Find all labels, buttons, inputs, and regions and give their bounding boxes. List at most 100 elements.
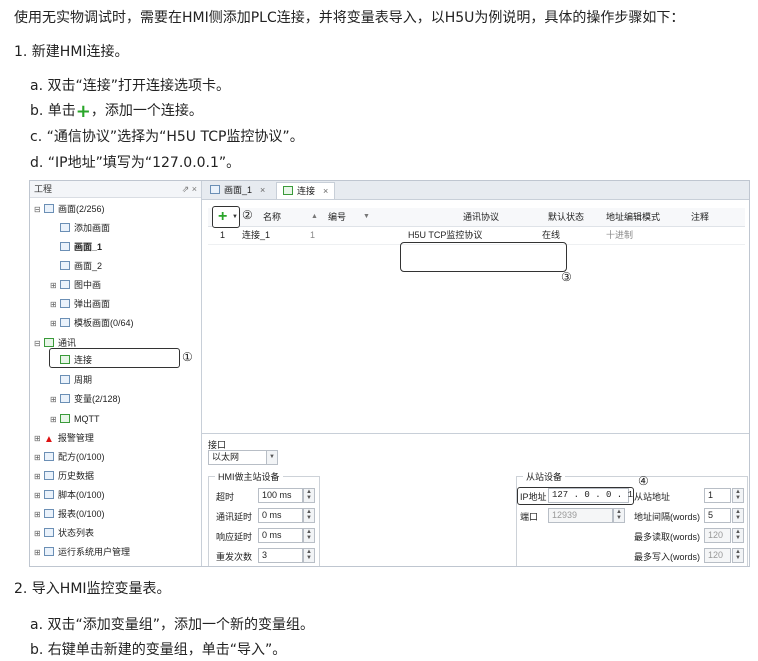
col-address-mode[interactable]: 地址编辑模式 [606, 208, 660, 226]
chevron-down-icon[interactable]: ▼ [266, 450, 278, 465]
tree-item-screen-1[interactable]: 画面_1 [50, 238, 102, 256]
sort-up-icon[interactable]: ▲ [311, 208, 318, 226]
tree-item-picture-in-picture[interactable]: ⊞ 图中画 [50, 276, 101, 294]
expand-toggle-icon[interactable]: ⊞ [34, 506, 44, 524]
tab-screen-1[interactable]: 画面_1 × [204, 182, 271, 198]
expand-toggle-icon[interactable]: ⊟ [34, 201, 44, 219]
tree-item-screens[interactable]: ⊟ 画面(2/256) [34, 200, 105, 218]
step1-b-after: ，添加一个连接。 [90, 103, 203, 119]
row-name[interactable]: 连接_1 [242, 227, 270, 244]
tree-item-add-screen[interactable]: 添加画面 [50, 219, 110, 237]
step1-b: b. 单击+，添加一个连接。 [30, 100, 203, 122]
expand-toggle-icon[interactable]: ⊞ [50, 391, 60, 409]
step1-a: a. 双击“连接”打开连接选项卡。 [30, 78, 230, 94]
alarm-icon: ▲ [44, 434, 54, 445]
project-tree: 工程 ⇗ × ⊟ 画面(2/256) 添加画面 画面_1 画面_2 ⊞ 图中画 ⊞ 弹出画面 ⊞ 模… [30, 181, 202, 566]
tree-item-label: 模板画面(0/64) [74, 318, 134, 328]
tree-item-alarm[interactable]: ⊞ ▲ 报警管理 [34, 429, 94, 447]
max-write-stepper[interactable]: ▲ ▼ [732, 548, 744, 563]
col-name[interactable]: 名称 [263, 208, 281, 226]
slave-address-label: 从站地址 [634, 492, 671, 502]
slave-address-input[interactable]: 1 [704, 488, 731, 503]
add-connection-button[interactable]: + ▼ [212, 206, 240, 228]
expand-toggle-icon[interactable]: ⊞ [34, 544, 44, 562]
resend-input[interactable]: 3 [258, 548, 303, 563]
tab-connection[interactable]: 连接 × [276, 182, 336, 199]
pane-controls[interactable]: ⇗ × [182, 181, 197, 197]
comm-delay-stepper[interactable]: ▲ ▼ [303, 508, 315, 523]
tree-item-template[interactable]: ⊞ 模板画面(0/64) [50, 314, 134, 332]
screen-icon [44, 204, 54, 213]
timeout-stepper[interactable]: ▲ ▼ [303, 488, 315, 503]
variable-icon [60, 394, 70, 403]
editor-tabs: 画面_1 × 连接 × [202, 181, 749, 200]
addr-interval-input[interactable]: 5 [704, 508, 731, 523]
port-stepper[interactable]: ▲ ▼ [613, 508, 625, 523]
slave-address-stepper[interactable]: ▲ ▼ [732, 488, 744, 503]
tree-item-popup[interactable]: ⊞ 弹出画面 [50, 295, 110, 313]
tab-connection-label: 连接 [297, 186, 316, 196]
close-icon[interactable]: × [323, 186, 328, 196]
step1-title: 1. 新建HMI连接。 [14, 44, 129, 60]
col-protocol[interactable]: 通讯协议 [463, 208, 499, 226]
script-icon [44, 490, 54, 499]
ip-address-input[interactable]: 127 . 0 . 0 . 1 [548, 488, 633, 503]
sort-down-icon[interactable]: ▼ [363, 208, 370, 226]
expand-toggle-icon[interactable]: ⊞ [50, 277, 60, 295]
col-note[interactable]: 注释 [691, 208, 709, 226]
dropdown-arrow-icon: ▼ [232, 214, 238, 220]
tree-item-label: 弹出画面 [74, 299, 111, 309]
port-input[interactable]: 12939 [548, 508, 613, 523]
tree-item-label: 图中画 [74, 280, 102, 290]
row-index: 1 [220, 230, 226, 240]
comm-delay-input[interactable]: 0 ms [258, 508, 303, 523]
tree-item-script[interactable]: ⊞ 脚本(0/100) [34, 486, 105, 504]
interface-select[interactable]: 以太网 [208, 450, 267, 465]
tree-item-cycle[interactable]: 周期 [50, 371, 92, 389]
resend-stepper[interactable]: ▲ ▼ [303, 548, 315, 563]
tree-item-label: 报警管理 [57, 433, 94, 443]
project-tree-header: 工程 ⇗ × [30, 181, 201, 198]
col-number[interactable]: 编号 [328, 208, 346, 226]
tree-item-history[interactable]: ⊞ 历史数据 [34, 467, 94, 485]
expand-toggle-icon[interactable]: ⊞ [50, 315, 60, 333]
expand-toggle-icon[interactable]: ⊞ [34, 525, 44, 543]
resp-delay-input[interactable]: 0 ms [258, 528, 303, 543]
close-icon[interactable]: × [260, 185, 265, 195]
expand-toggle-icon[interactable]: ⊞ [34, 468, 44, 486]
tree-item-mqtt[interactable]: ⊞ MQTT [50, 410, 100, 428]
connection-icon [283, 186, 293, 195]
step1-b-before: b. 单击 [30, 103, 76, 119]
master-group-title: HMI做主站设备 [215, 470, 283, 483]
tree-item-label: 周期 [74, 375, 93, 385]
row-number[interactable]: 1 [310, 227, 315, 244]
tree-item-user-mgmt[interactable]: ⊞ 运行系统用户管理 [34, 543, 130, 561]
max-read-stepper[interactable]: ▲ ▼ [732, 528, 744, 543]
tree-item-variables[interactable]: ⊞ 变量(2/128) [50, 390, 121, 408]
expand-toggle-icon[interactable]: ⊞ [34, 449, 44, 467]
tree-item-recipe[interactable]: ⊞ 配方(0/100) [34, 448, 105, 466]
col-default-status[interactable]: 默认状态 [548, 208, 584, 226]
expand-toggle-icon[interactable]: ⊞ [34, 430, 44, 448]
tree-item-screen-2[interactable]: 画面_2 [50, 257, 102, 275]
addr-interval-stepper[interactable]: ▲ ▼ [732, 508, 744, 523]
project-tree-title: 工程 [34, 184, 53, 194]
expand-toggle-icon[interactable]: ⊞ [50, 411, 60, 429]
resp-delay-stepper[interactable]: ▲ ▼ [303, 528, 315, 543]
expand-toggle-icon[interactable]: ⊟ [34, 335, 44, 353]
expand-toggle-icon[interactable]: ⊞ [50, 296, 60, 314]
intro-text: 使用无实物调试时，需要在HMI侧添加PLC连接，并将变量表导入，以H5U为例说明… [14, 10, 685, 26]
step2-a: a. 双击“添加变量组”，添加一个新的变量组。 [30, 617, 314, 633]
recipe-icon [44, 452, 54, 461]
tree-item-state-list[interactable]: ⊞ 状态列表 [34, 524, 94, 542]
tree-item-label: 画面(2/256) [58, 204, 105, 214]
row-address-mode[interactable]: 十进制 [606, 227, 633, 244]
max-write-input[interactable]: 120 [704, 548, 731, 563]
template-icon [60, 318, 70, 327]
expand-toggle-icon[interactable]: ⊞ [34, 487, 44, 505]
tree-item-label: MQTT [74, 414, 100, 424]
timeout-input[interactable]: 100 ms [258, 488, 303, 503]
history-icon [44, 471, 54, 480]
tree-item-report[interactable]: ⊞ 报表(0/100) [34, 505, 105, 523]
max-read-input[interactable]: 120 [704, 528, 731, 543]
